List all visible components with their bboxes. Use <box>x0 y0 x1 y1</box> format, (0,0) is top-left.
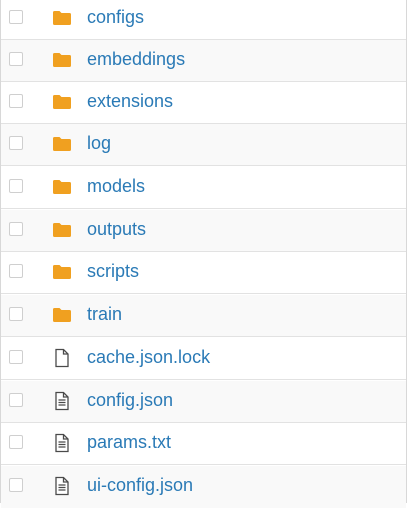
row-checkbox[interactable] <box>9 264 23 278</box>
folder-icon <box>52 177 72 197</box>
folder-icon <box>52 92 72 112</box>
folder-icon <box>52 134 72 154</box>
row-checkbox[interactable] <box>9 393 23 407</box>
file-name-link[interactable]: configs <box>87 5 144 29</box>
file-row[interactable]: scripts <box>1 252 406 294</box>
file-row[interactable]: configs <box>1 0 406 40</box>
file-list: configs embeddings extensions log models <box>0 0 407 508</box>
row-checkbox[interactable] <box>9 435 23 449</box>
file-name-link[interactable]: scripts <box>87 259 139 283</box>
file-row[interactable]: extensions <box>1 82 406 124</box>
folder-icon <box>52 8 72 28</box>
file-row[interactable]: cache.json.lock <box>1 338 406 380</box>
file-row[interactable]: outputs <box>1 210 406 252</box>
file-name-link[interactable]: embeddings <box>87 47 185 71</box>
row-checkbox[interactable] <box>9 478 23 492</box>
file-icon <box>52 348 72 368</box>
file-row[interactable]: params.txt <box>1 423 406 465</box>
row-checkbox[interactable] <box>9 350 23 364</box>
folder-icon <box>52 50 72 70</box>
file-name-link[interactable]: params.txt <box>87 430 171 454</box>
file-row[interactable]: ui-config.json <box>1 466 406 508</box>
file-row[interactable]: log <box>1 124 406 166</box>
file-row[interactable]: train <box>1 295 406 337</box>
row-checkbox[interactable] <box>9 136 23 150</box>
file-row[interactable]: config.json <box>1 381 406 423</box>
file-text-icon <box>52 433 72 453</box>
file-name-link[interactable]: models <box>87 174 145 198</box>
file-row[interactable]: embeddings <box>1 40 406 82</box>
file-name-link[interactable]: train <box>87 302 122 326</box>
row-checkbox[interactable] <box>9 307 23 321</box>
row-checkbox[interactable] <box>9 222 23 236</box>
folder-icon <box>52 262 72 282</box>
file-name-link[interactable]: cache.json.lock <box>87 345 210 369</box>
row-checkbox[interactable] <box>9 179 23 193</box>
file-text-icon <box>52 476 72 496</box>
row-checkbox[interactable] <box>9 94 23 108</box>
row-checkbox[interactable] <box>9 10 23 24</box>
folder-icon <box>52 220 72 240</box>
file-name-link[interactable]: ui-config.json <box>87 473 193 497</box>
row-checkbox[interactable] <box>9 52 23 66</box>
file-name-link[interactable]: outputs <box>87 217 146 241</box>
file-name-link[interactable]: log <box>87 131 111 155</box>
file-row[interactable]: models <box>1 167 406 209</box>
file-name-link[interactable]: config.json <box>87 388 173 412</box>
folder-icon <box>52 305 72 325</box>
file-name-link[interactable]: extensions <box>87 89 173 113</box>
file-text-icon <box>52 391 72 411</box>
